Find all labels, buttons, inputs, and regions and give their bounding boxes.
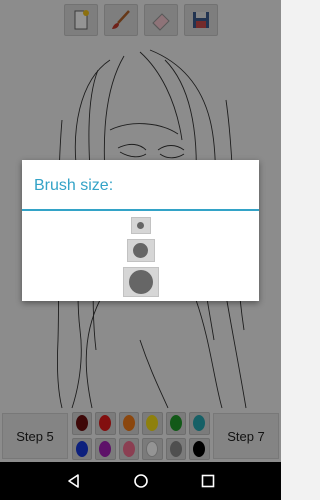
system-navigation-bar [0, 462, 281, 500]
brush-size-medium[interactable] [126, 239, 155, 262]
brush-size-dialog: Brush size: [22, 160, 259, 301]
home-icon [133, 474, 148, 488]
brush-size-options [22, 211, 259, 297]
recents-icon [201, 474, 214, 488]
recents-button[interactable] [198, 471, 218, 491]
dialog-title: Brush size: [22, 160, 259, 211]
brush-size-small[interactable] [130, 217, 151, 234]
brush-size-large[interactable] [122, 267, 159, 297]
home-button[interactable] [131, 471, 151, 491]
small-dot-icon [137, 222, 144, 229]
back-button[interactable] [64, 471, 84, 491]
back-icon [67, 474, 79, 488]
medium-dot-icon [133, 243, 148, 258]
large-dot-icon [128, 270, 153, 294]
